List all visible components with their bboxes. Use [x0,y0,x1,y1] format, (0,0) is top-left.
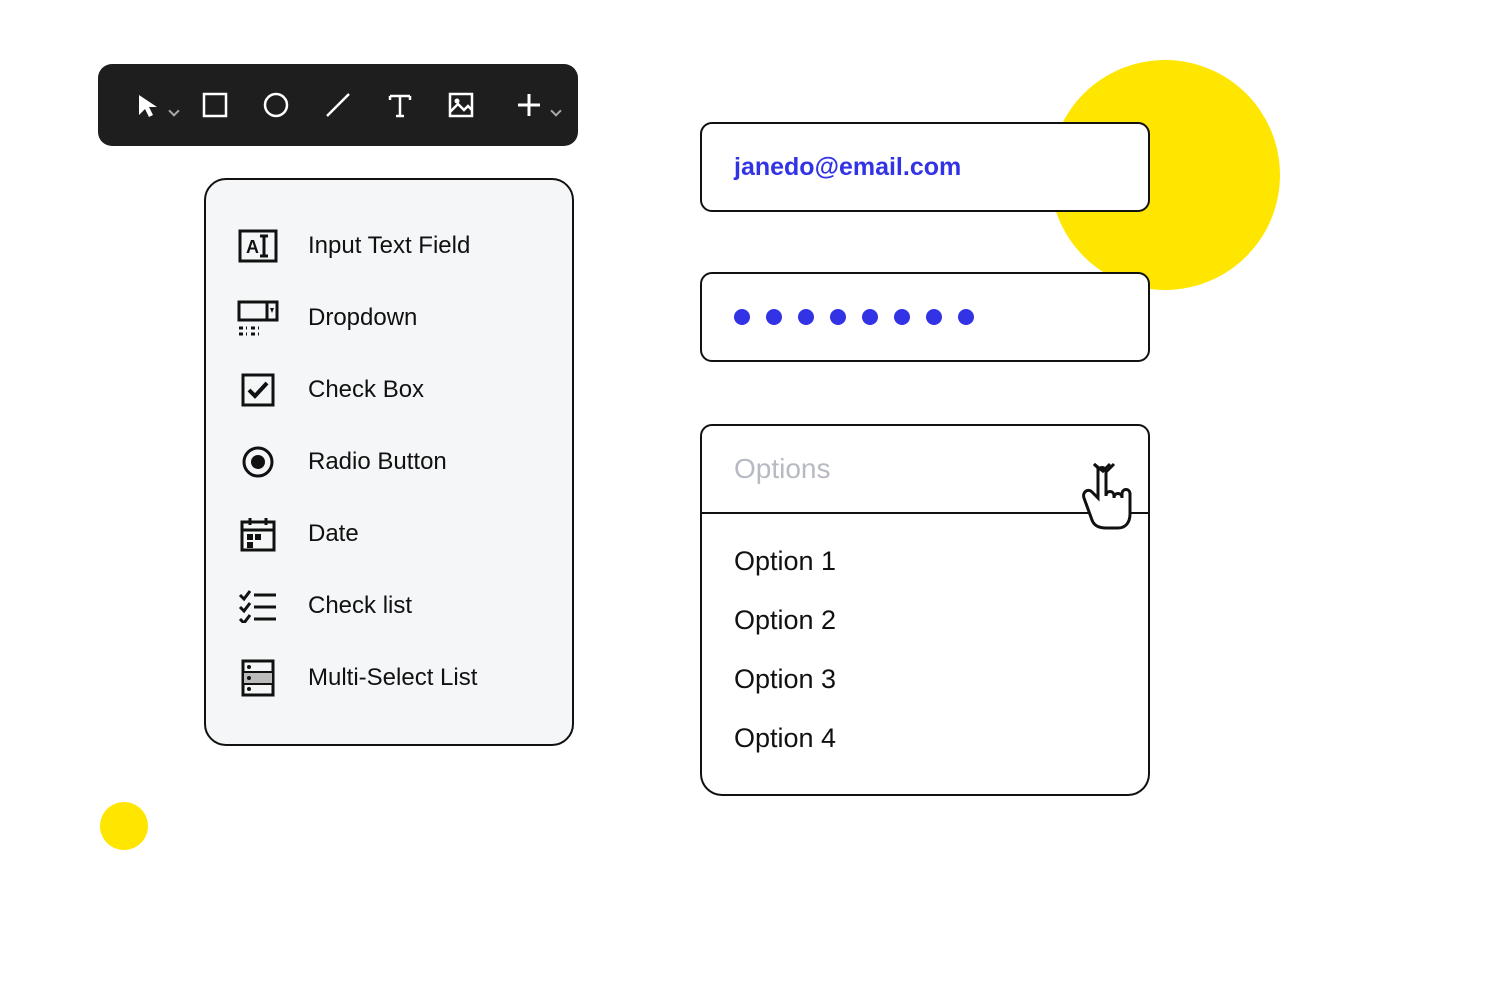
element-multiselect[interactable]: Multi-Select List [232,642,546,714]
element-checklist[interactable]: Check list [232,570,546,642]
element-label: Radio Button [308,448,447,476]
option-item[interactable]: Option 1 [734,532,1116,591]
elements-panel: A Input Text Field Dropdown Check Box Ra… [204,178,574,746]
element-label: Date [308,520,359,548]
element-radio[interactable]: Radio Button [232,426,546,498]
element-checkbox[interactable]: Check Box [232,354,546,426]
element-dropdown[interactable]: Dropdown [232,282,546,354]
dropdown-icon [236,298,280,338]
svg-text:A: A [246,237,259,257]
password-field[interactable] [700,272,1150,362]
element-input-text[interactable]: A Input Text Field [232,210,546,282]
add-tool[interactable] [506,88,552,122]
options-list: Option 1Option 2Option 3Option 4 [700,514,1150,796]
checklist-icon [236,586,280,626]
toolbar [98,64,578,146]
text-tool[interactable] [383,88,417,122]
rectangle-tool[interactable] [198,88,232,122]
chevron-down-icon [550,105,561,116]
element-label: Input Text Field [308,232,470,260]
selector-tool[interactable] [124,88,170,122]
email-value: janedo@email.com [734,153,961,182]
element-label: Multi-Select List [308,664,477,692]
cursor-pointer-icon [1074,462,1136,532]
options-placeholder: Options [734,453,831,485]
element-label: Dropdown [308,304,417,332]
option-item[interactable]: Option 2 [734,591,1116,650]
element-label: Check Box [308,376,424,404]
date-icon [236,514,280,554]
radio-icon [236,442,280,482]
chevron-down-icon [168,105,179,116]
multiselect-icon [236,658,280,698]
element-date[interactable]: Date [232,498,546,570]
image-tool[interactable] [445,88,479,122]
checkbox-icon [236,370,280,410]
option-item[interactable]: Option 4 [734,709,1116,768]
email-field[interactable]: janedo@email.com [700,122,1150,212]
line-tool[interactable] [321,88,355,122]
input-text-icon: A [236,226,280,266]
password-dots [734,309,974,325]
option-item[interactable]: Option 3 [734,650,1116,709]
circle-tool[interactable] [259,88,293,122]
decor-circle-small [100,802,148,850]
element-label: Check list [308,592,412,620]
